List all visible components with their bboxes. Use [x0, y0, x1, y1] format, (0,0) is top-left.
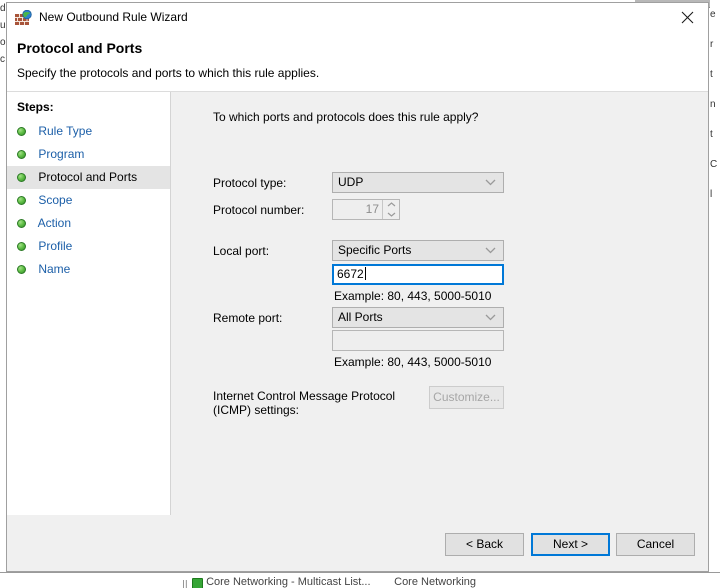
step-complete-icon — [17, 127, 26, 136]
protocol-number-label: Protocol number: — [213, 203, 305, 217]
sidebar-item-label: Rule Type — [38, 124, 93, 138]
sidebar-item-scope[interactable]: Scope — [7, 189, 170, 212]
icmp-settings-label-line2: (ICMP) settings: — [213, 403, 300, 417]
sidebar-item-protocol-and-ports[interactable]: Protocol and Ports — [7, 166, 170, 189]
background-right-char: n — [710, 99, 716, 110]
dialog-body: Steps: Rule Type Program Protocol and Po… — [7, 92, 708, 516]
column-grip: || — [182, 579, 188, 588]
local-port-label: Local port: — [213, 244, 270, 258]
main-panel: To which ports and protocols does this r… — [171, 92, 708, 516]
page-subtitle: Specify the protocols and ports to which… — [17, 66, 320, 80]
steps-heading: Steps: — [17, 100, 54, 114]
close-icon[interactable] — [666, 3, 708, 31]
sidebar-item-program[interactable]: Program — [7, 143, 170, 166]
step-complete-icon — [17, 265, 26, 274]
firewall-globe-icon — [15, 9, 33, 26]
text-caret — [364, 267, 366, 280]
local-port-hint: Example: 80, 443, 5000-5010 — [334, 289, 492, 303]
step-complete-icon — [17, 173, 26, 182]
back-button[interactable]: < Back — [445, 533, 524, 556]
protocol-type-label: Protocol type: — [213, 176, 287, 190]
sidebar-item-action[interactable]: Action — [7, 212, 170, 235]
sidebar-item-label: Protocol and Ports — [38, 170, 138, 184]
allow-icon — [192, 578, 203, 588]
stepper-up-icon[interactable] — [383, 200, 399, 209]
local-port-input-value: 6672 — [337, 267, 364, 281]
question-text: To which ports and protocols does this r… — [213, 110, 479, 124]
step-complete-icon — [17, 219, 26, 228]
page-title: Protocol and Ports — [17, 40, 143, 56]
chevron-down-icon — [485, 308, 496, 327]
stepper-buttons[interactable] — [382, 200, 399, 219]
step-complete-icon — [17, 242, 26, 251]
remote-port-combo[interactable]: All Ports — [332, 307, 504, 328]
next-button[interactable]: Next > — [531, 533, 610, 556]
protocol-number-stepper[interactable]: 17 — [332, 199, 400, 220]
local-port-value: Specific Ports — [338, 243, 412, 257]
background-right-char: t — [710, 129, 713, 140]
sidebar-item-label: Action — [37, 216, 72, 230]
remote-port-input[interactable] — [332, 330, 504, 351]
protocol-type-value: UDP — [338, 175, 364, 189]
background-right-clip: e r t n t C l — [710, 0, 720, 588]
background-right-char: t — [710, 69, 713, 80]
background-right-char: e — [710, 9, 716, 20]
customize-button[interactable]: Customize... — [429, 386, 504, 409]
dialog-footer: < Back Next > Cancel — [7, 515, 708, 571]
step-complete-icon — [17, 150, 26, 159]
background-right-char: l — [710, 189, 713, 200]
sidebar-item-name[interactable]: Name — [7, 258, 170, 281]
dialog-header: Protocol and Ports Specify the protocols… — [7, 33, 708, 92]
background-right-char: r — [710, 39, 714, 50]
protocol-number-value: 17 — [365, 202, 379, 216]
step-complete-icon — [17, 196, 26, 205]
sidebar-item-rule-type[interactable]: Rule Type — [7, 120, 170, 143]
dialog-title: New Outbound Rule Wizard — [39, 10, 188, 24]
sidebar-item-label: Profile — [38, 239, 73, 253]
background-rule-row[interactable]: || Core Networking - Multicast List... C… — [0, 576, 720, 588]
background-right-char: C — [710, 159, 718, 170]
sidebar-item-label: Scope — [38, 193, 73, 207]
background-row-separator — [0, 572, 720, 573]
protocol-type-combo[interactable]: UDP — [332, 172, 504, 193]
chevron-down-icon — [485, 173, 496, 192]
local-port-combo[interactable]: Specific Ports — [332, 240, 504, 261]
steps-list: Rule Type Program Protocol and Ports Sco… — [7, 120, 170, 281]
sidebar-item-label: Name — [38, 262, 71, 276]
local-port-input[interactable]: 6672 — [332, 264, 504, 285]
remote-port-label: Remote port: — [213, 311, 283, 325]
sidebar-item-label: Program — [38, 147, 85, 161]
background-rule-group: Core Networking — [394, 576, 477, 588]
new-outbound-rule-wizard-dialog: New Outbound Rule Wizard Protocol and Po… — [6, 2, 709, 572]
steps-sidebar: Steps: Rule Type Program Protocol and Po… — [7, 92, 171, 516]
chevron-down-icon — [485, 241, 496, 260]
dialog-titlebar[interactable]: New Outbound Rule Wizard — [7, 3, 708, 33]
remote-port-hint: Example: 80, 443, 5000-5010 — [334, 355, 492, 369]
cancel-button[interactable]: Cancel — [616, 533, 695, 556]
stepper-down-icon[interactable] — [383, 210, 399, 219]
remote-port-value: All Ports — [338, 310, 383, 324]
icmp-settings-label-line1: Internet Control Message Protocol — [213, 389, 396, 403]
background-rule-name: Core Networking - Multicast List... — [206, 576, 371, 588]
sidebar-item-profile[interactable]: Profile — [7, 235, 170, 258]
